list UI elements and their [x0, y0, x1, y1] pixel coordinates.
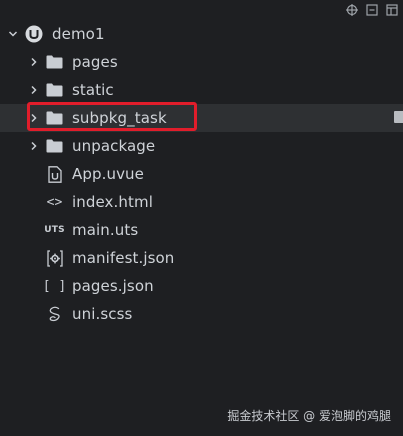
file-explorer-tree: demo1 pages static subpkg_task unpackage… — [0, 20, 403, 328]
tree-item-label: index.html — [72, 193, 153, 211]
scroll-marker — [394, 111, 403, 123]
tree-item-pages-json[interactable]: [ ] pages.json — [0, 272, 403, 300]
vue-file-icon — [46, 165, 63, 183]
collapse-all-icon[interactable] — [366, 4, 378, 16]
tree-item-main-uts[interactable]: UTS main.uts — [0, 216, 403, 244]
explorer-toolbar — [346, 2, 398, 18]
chevron-right-icon[interactable] — [29, 141, 39, 151]
tree-item-index-html[interactable]: <> index.html — [0, 188, 403, 216]
manifest-file-icon — [46, 249, 63, 267]
scss-file-icon — [46, 306, 63, 323]
uts-file-icon: UTS — [44, 225, 65, 235]
tree-item-unpackage[interactable]: unpackage — [0, 132, 403, 160]
folder-icon — [46, 82, 63, 99]
tree-item-manifest-json[interactable]: manifest.json — [0, 244, 403, 272]
tree-item-label: static — [72, 81, 114, 99]
tree-item-label: pages — [72, 53, 118, 71]
tree-item-label: pages.json — [72, 277, 154, 295]
tree-root-demo1[interactable]: demo1 — [0, 20, 403, 48]
tree-item-label: demo1 — [52, 25, 105, 43]
crosshair-icon[interactable] — [346, 4, 358, 16]
tree-item-uni-scss[interactable]: uni.scss — [0, 300, 403, 328]
chevron-right-icon[interactable] — [29, 85, 39, 95]
layout-icon[interactable] — [386, 4, 398, 16]
highlight-annotation — [27, 102, 197, 131]
tree-item-label: uni.scss — [72, 305, 133, 323]
uniapp-logo-icon — [25, 25, 43, 43]
watermark-text: 掘金技术社区 @ 爱泡脚的鸡腿 — [227, 409, 391, 423]
chevron-down-icon[interactable] — [8, 29, 18, 39]
chevron-right-icon[interactable] — [29, 57, 39, 67]
tree-item-label: main.uts — [72, 221, 139, 239]
tree-item-label: manifest.json — [72, 249, 175, 267]
html-file-icon: <> — [46, 194, 63, 210]
folder-icon — [46, 138, 63, 155]
tree-item-app-uvue[interactable]: App.uvue — [0, 160, 403, 188]
tree-item-label: App.uvue — [72, 165, 144, 183]
tree-item-pages[interactable]: pages — [0, 48, 403, 76]
tree-item-static[interactable]: static — [0, 76, 403, 104]
json-file-icon: [ ] — [42, 278, 67, 294]
tree-item-label: unpackage — [72, 137, 156, 155]
folder-icon — [46, 54, 63, 71]
